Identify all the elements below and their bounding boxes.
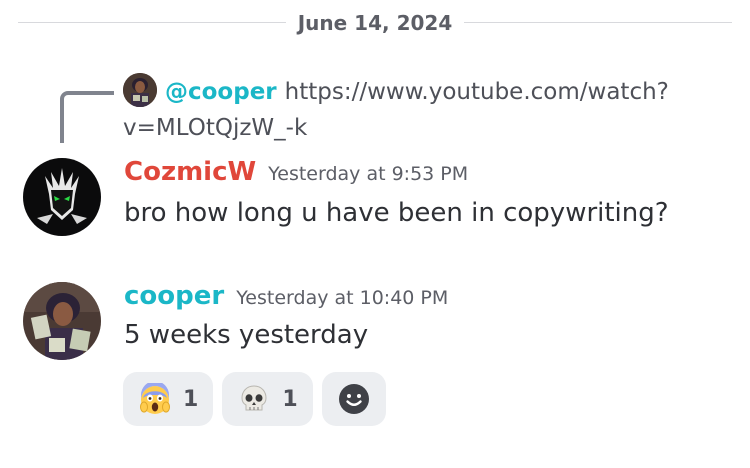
message-text-1: bro how long u have been in copywriting? [124,198,669,228]
divider-date: June 14, 2024 [297,11,453,35]
username-cooper[interactable]: cooper [124,281,224,311]
smiley-face-icon [338,384,369,414]
message-timestamp-1[interactable]: Yesterday at 9:53 PM [268,163,468,185]
username-cozmicw[interactable]: CozmicW [124,157,256,187]
avatar-cozmicw[interactable] [23,158,101,236]
divider-line-right [464,22,732,23]
reaction-count-screaming-face: 1 [183,386,199,412]
skull-icon [241,385,267,411]
reply-spine [60,91,114,143]
message-timestamp-2[interactable]: Yesterday at 10:40 PM [236,287,448,309]
reaction-skull[interactable]: 1 [222,372,313,426]
reaction-count-skull: 1 [282,386,298,412]
reply-mention[interactable]: @cooper [165,79,277,105]
message-header-1: CozmicW Yesterday at 9:53 PM [124,157,468,187]
reply-preview[interactable]: @cooper https://www.youtube.com/watch?v=M… [123,74,703,146]
avatar-cooper[interactable] [23,282,101,360]
add-reaction-button[interactable] [321,372,386,426]
screaming-face-icon [140,383,170,414]
reaction-screaming-face[interactable]: 1 [123,372,214,426]
message-header-2: cooper Yesterday at 10:40 PM [124,281,448,311]
date-divider: June 14, 2024 [18,9,732,37]
reactions-bar: 1 1 [123,372,386,426]
message-text-2: 5 weeks yesterday [124,320,369,350]
